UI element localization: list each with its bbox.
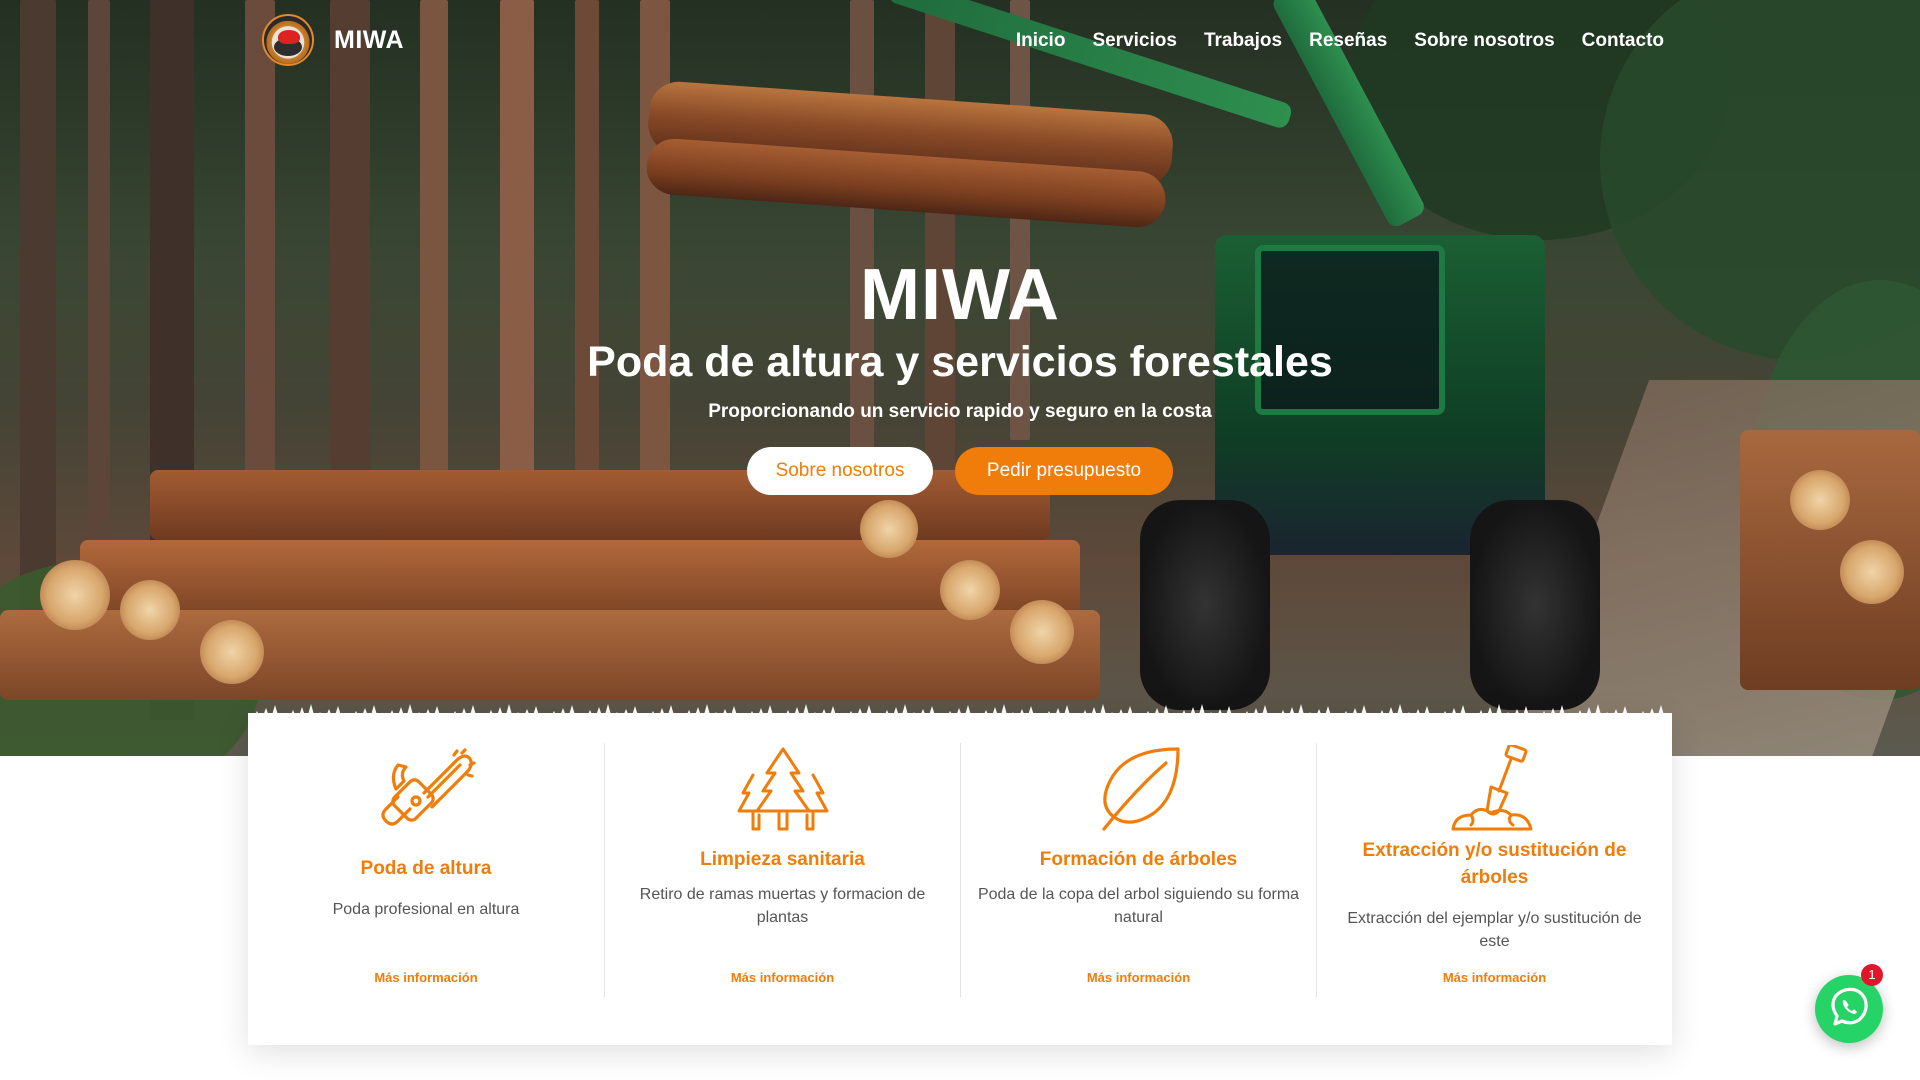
more-info-link[interactable]: Más información — [1317, 970, 1672, 985]
service-description: Poda profesional en altura — [332, 901, 520, 918]
notification-badge: 1 — [1861, 964, 1883, 986]
pine-trees-icon — [737, 747, 828, 831]
nav-item-resenas[interactable]: Reseñas — [1309, 30, 1387, 52]
leaf-icon — [1101, 747, 1180, 831]
quote-button[interactable]: Pedir presupuesto — [955, 447, 1173, 495]
woodpecker-logo-icon[interactable] — [262, 14, 314, 66]
service-item-extraccion-arboles: Extracción y/o sustitución de árboles Ex… — [1316, 743, 1672, 997]
service-item-limpieza-sanitaria: Limpieza sanitaria Retiro de ramas muert… — [604, 743, 960, 997]
service-description: Extracción del ejemplar y/o sustitución … — [1347, 910, 1642, 950]
main-menu: Inicio Servicios Trabajos Reseñas Sobre … — [1016, 30, 1664, 52]
service-title: Limpieza sanitaria — [700, 849, 865, 870]
service-item-formacion-arboles: Formación de árboles Poda de la copa del… — [960, 743, 1316, 997]
hero-subtitle: Poda de altura y servicios forestales — [587, 338, 1333, 386]
services-card: Poda de altura Poda profesional en altur… — [248, 713, 1672, 1045]
brand-name[interactable]: MIWA — [334, 26, 404, 55]
nav-item-sobre-nosotros[interactable]: Sobre nosotros — [1414, 30, 1554, 52]
top-navbar: MIWA Inicio Servicios Trabajos Reseñas S… — [0, 0, 1920, 84]
more-info-link[interactable]: Más información — [605, 970, 960, 985]
shovel-icon — [1451, 745, 1532, 831]
more-info-link[interactable]: Más información — [248, 970, 604, 985]
more-info-link[interactable]: Más información — [961, 970, 1316, 985]
service-description: Retiro de ramas muertas y formacion de p… — [639, 886, 926, 926]
service-item-poda-altura: Poda de altura Poda profesional en altur… — [248, 743, 604, 997]
nav-item-trabajos[interactable]: Trabajos — [1204, 30, 1282, 52]
service-description: Poda de la copa del arbol siguiendo su f… — [977, 886, 1300, 926]
hero-title: MIWA — [860, 255, 1060, 335]
hero-tagline: Proporcionando un servicio rapido y segu… — [708, 401, 1212, 422]
chainsaw-icon — [381, 748, 476, 826]
about-button[interactable]: Sobre nosotros — [747, 447, 933, 495]
service-title: Formación de árboles — [1039, 849, 1238, 870]
service-title: Poda de altura — [360, 858, 492, 879]
nav-item-servicios[interactable]: Servicios — [1092, 30, 1177, 52]
nav-item-inicio[interactable]: Inicio — [1016, 30, 1066, 52]
hero-buttons: Sobre nosotros Pedir presupuesto — [0, 447, 1920, 495]
nav-item-contacto[interactable]: Contacto — [1582, 30, 1664, 52]
hero-content: MIWA Poda de altura y servicios forestal… — [0, 255, 1920, 495]
service-title: Extracción y/o sustitución de árboles — [1362, 840, 1627, 888]
